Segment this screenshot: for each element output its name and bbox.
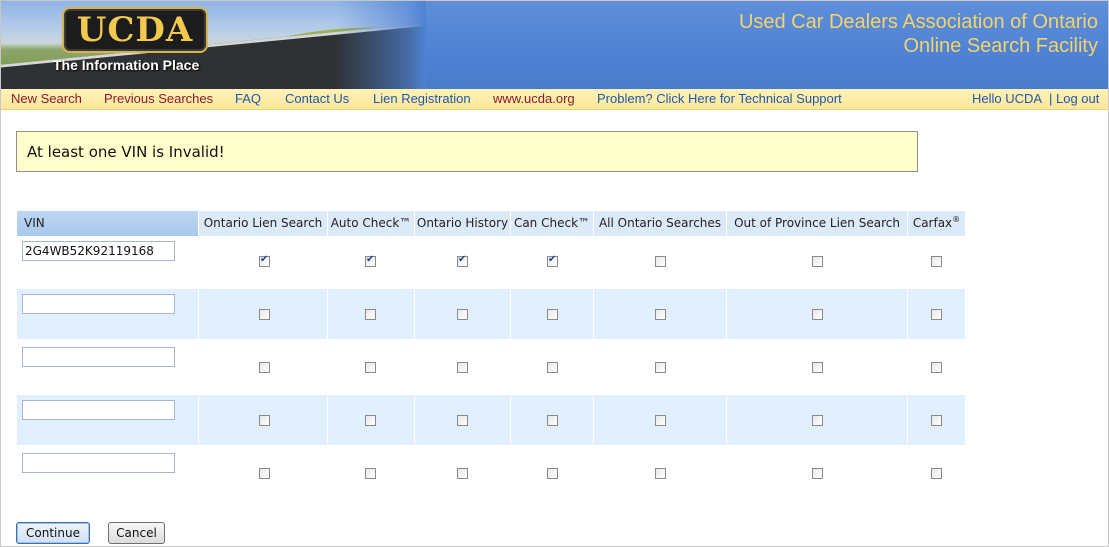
checkbox-out-of-province-3[interactable] [812,362,823,373]
checkbox-all-ontario-searches-2[interactable] [655,309,666,320]
checkbox-can-check-3[interactable] [547,362,558,373]
checkbox-carfax-2[interactable] [931,309,942,320]
checkbox-carfax-5[interactable] [931,468,942,479]
vin-input-1[interactable] [22,241,175,261]
vin-cell [17,395,199,445]
banner-fade [336,1,426,89]
vin-row-2 [17,289,965,339]
vin-input-3[interactable] [22,347,175,367]
continue-button[interactable]: Continue [16,522,90,544]
checkbox-can-check-4[interactable] [547,415,558,426]
checkbox-out-of-province-1[interactable] [812,256,823,267]
checkbox-all-ontario-searches-1[interactable] [655,256,666,267]
vin-cell [17,448,199,498]
checkbox-ontario-history-5[interactable] [457,468,468,479]
checkbox-auto-check-2[interactable] [365,309,376,320]
checkbox-ontario-history-1[interactable] [457,254,468,267]
checkbox-ontario-lien-search-3[interactable] [259,362,270,373]
site-title-line2: Online Search Facility [903,35,1098,57]
cancel-button[interactable]: Cancel [108,522,165,544]
logo-text: UCDA [76,10,194,50]
checkbox-can-check-1[interactable] [547,254,558,267]
column-header-ontario-lien-search: Ontario Lien Search [199,211,328,236]
checkbox-carfax-3[interactable] [931,362,942,373]
registered-mark: ® [952,215,961,224]
checkbox-ontario-lien-search-2[interactable] [259,309,270,320]
checkbox-all-ontario-searches-5[interactable] [655,468,666,479]
nav-faq[interactable]: FAQ [235,91,261,107]
checkbox-out-of-province-2[interactable] [812,309,823,320]
checkbox-all-ontario-searches-3[interactable] [655,362,666,373]
vin-input-5[interactable] [22,453,175,473]
checkbox-carfax-4[interactable] [931,415,942,426]
column-header-vin: VIN [17,211,199,236]
nav-website-link[interactable]: www.ucda.org [493,91,575,107]
checkbox-auto-check-5[interactable] [365,468,376,479]
carfax-label: Carfax [912,216,953,230]
site-title: Used Car Dealers Association of Ontario … [739,10,1098,58]
column-header-can-check: Can Check™ [511,211,594,236]
page: UCDA The Information Place Used Car Deal… [0,0,1109,547]
grid-header-row: VIN Ontario Lien Search Auto Check™ Onta… [17,211,965,236]
greeting: Hello UCDA [972,91,1043,106]
checkbox-can-check-5[interactable] [547,468,558,479]
checkbox-ontario-lien-search-5[interactable] [259,468,270,479]
header-banner-image: UCDA The Information Place [1,1,426,89]
checkbox-out-of-province-4[interactable] [812,415,823,426]
vin-cell [17,236,199,286]
column-header-auto-check: Auto Check™ [328,211,415,236]
column-header-ontario-history: Ontario History [415,211,511,236]
nav-technical-support[interactable]: Problem? Click Here for Technical Suppor… [597,91,842,107]
checkbox-ontario-history-4[interactable] [457,415,468,426]
header: UCDA The Information Place Used Car Deal… [1,1,1108,89]
checkbox-carfax-1[interactable] [931,256,942,267]
error-message-box: At least one VIN is Invalid! [16,131,918,172]
checkbox-ontario-lien-search-4[interactable] [259,415,270,426]
vin-row-4 [17,395,965,445]
nav-lien-registration[interactable]: Lien Registration [373,91,471,107]
vin-row-1 [17,236,965,286]
vin-cell [17,342,199,392]
vin-row-5 [17,448,965,498]
site-title-line1: Used Car Dealers Association of Ontario [738,11,1098,33]
checkbox-ontario-history-2[interactable] [457,309,468,320]
nav-bar: New Search Previous Searches FAQ Contact… [1,89,1108,110]
vin-row-3 [17,342,965,392]
checkbox-all-ontario-searches-4[interactable] [655,415,666,426]
nav-separator: | [1049,91,1053,106]
error-message: At least one VIN is Invalid! [27,143,225,161]
logout-link[interactable]: Log out [1056,91,1099,107]
nav-contact-us[interactable]: Contact Us [285,91,349,107]
column-header-out-of-province: Out of Province Lien Search [727,211,908,236]
vin-input-4[interactable] [22,400,175,420]
checkbox-auto-check-4[interactable] [365,415,376,426]
checkbox-auto-check-1[interactable] [365,254,376,267]
nav-previous-searches[interactable]: Previous Searches [104,91,213,107]
vin-cell [17,289,199,339]
checkbox-ontario-history-3[interactable] [457,362,468,373]
logo-tagline: The Information Place [53,57,200,73]
column-header-all-ontario-searches: All Ontario Searches [594,211,727,236]
nav-new-search[interactable]: New Search [11,91,82,107]
ucda-logo[interactable]: UCDA [62,7,208,53]
checkbox-can-check-2[interactable] [547,309,558,320]
checkbox-auto-check-3[interactable] [365,362,376,373]
column-header-carfax: Carfax® [908,211,965,236]
checkbox-ontario-lien-search-1[interactable] [259,254,270,267]
checkbox-out-of-province-5[interactable] [812,468,823,479]
vin-input-2[interactable] [22,294,175,314]
